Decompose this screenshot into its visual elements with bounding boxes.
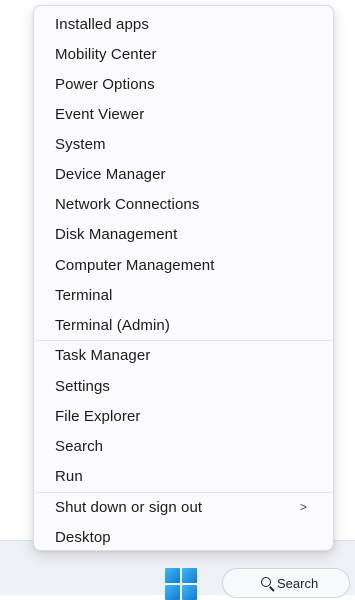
quick-link-menu: Installed apps Mobility Center Power Opt… [33,5,334,551]
menu-item-label: Power Options [55,75,155,93]
menu-item-shut-down-or-sign-out[interactable]: Shut down or sign out > [34,493,333,521]
menu-item-label: Settings [55,377,110,395]
menu-item-disk-management[interactable]: Disk Management [34,220,333,248]
menu-item-label: Run [55,467,83,485]
menu-item-label: Desktop [55,528,111,546]
menu-item-label: Task Manager [55,346,151,364]
menu-item-terminal-admin[interactable]: Terminal (Admin) [34,311,333,339]
menu-item-search[interactable]: Search [34,432,333,460]
menu-item-label: Event Viewer [55,105,145,123]
menu-item-system[interactable]: System [34,130,333,158]
menu-item-run[interactable]: Run [34,462,333,490]
menu-item-label: Search [55,437,104,455]
windows-logo-icon[interactable] [165,568,197,600]
menu-item-label: Computer Management [55,256,215,274]
menu-item-device-manager[interactable]: Device Manager [34,160,333,188]
chevron-right-icon: > [299,500,307,514]
menu-item-event-viewer[interactable]: Event Viewer [34,100,333,128]
menu-item-label: File Explorer [55,407,141,425]
search-icon [261,577,271,587]
menu-item-file-explorer[interactable]: File Explorer [34,402,333,430]
menu-item-network-connections[interactable]: Network Connections [34,190,333,218]
taskbar-search-label: Search [277,575,319,591]
menu-item-terminal[interactable]: Terminal [34,281,333,309]
menu-item-installed-apps[interactable]: Installed apps [34,10,333,38]
menu-item-label: Device Manager [55,165,166,183]
menu-item-label: Terminal [55,286,113,304]
menu-item-label: System [55,135,106,153]
menu-item-label: Terminal (Admin) [55,316,170,334]
menu-item-mobility-center[interactable]: Mobility Center [34,40,333,68]
menu-item-settings[interactable]: Settings [34,372,333,400]
menu-item-label: Network Connections [55,195,200,213]
menu-item-desktop[interactable]: Desktop [34,523,333,551]
menu-item-label: Disk Management [55,225,178,243]
menu-item-label: Shut down or sign out [55,498,203,516]
menu-item-label: Mobility Center [55,45,157,63]
menu-item-task-manager[interactable]: Task Manager [34,341,333,369]
menu-item-label: Installed apps [55,15,149,33]
menu-item-computer-management[interactable]: Computer Management [34,251,333,279]
menu-item-power-options[interactable]: Power Options [34,70,333,98]
